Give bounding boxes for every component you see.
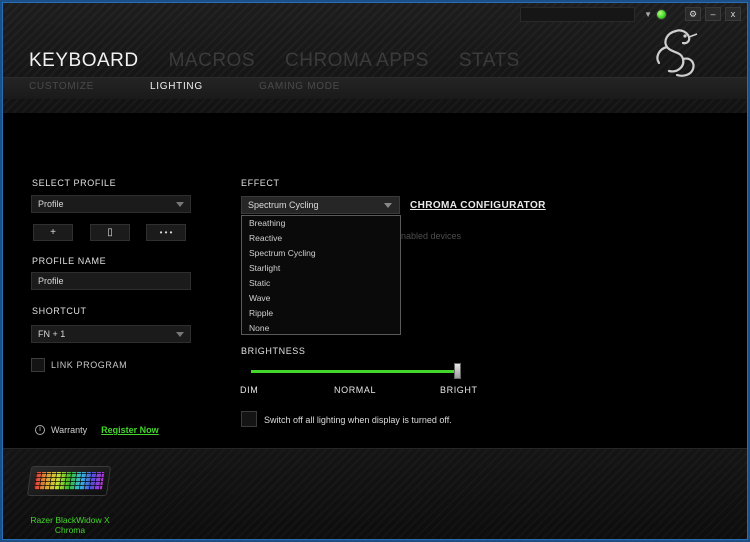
dropdown-arrow-icon[interactable]: ▼ bbox=[644, 10, 652, 19]
effect-select-value: Spectrum Cycling bbox=[248, 200, 319, 210]
effect-option-breathing[interactable]: Breathing bbox=[242, 216, 400, 231]
profile-name-input[interactable]: Profile bbox=[31, 272, 191, 290]
tab-stats[interactable]: STATS bbox=[459, 50, 520, 72]
effect-option-none[interactable]: None bbox=[242, 321, 400, 336]
info-icon: i bbox=[35, 425, 45, 435]
effect-option-starlight[interactable]: Starlight bbox=[242, 261, 400, 276]
brightness-dim-label: DIM bbox=[240, 385, 259, 395]
close-button[interactable]: x bbox=[725, 7, 741, 21]
effect-select[interactable]: Spectrum Cycling bbox=[241, 196, 400, 214]
switch-off-lighting-label: Switch off all lighting when display is … bbox=[264, 415, 452, 425]
effect-label: EFFECT bbox=[241, 178, 280, 188]
effect-dropdown-list: Breathing Reactive Spectrum Cycling Star… bbox=[241, 215, 401, 335]
link-program-checkbox[interactable] bbox=[31, 358, 45, 372]
chroma-configurator-link[interactable]: CHROMA CONFIGURATOR bbox=[410, 200, 546, 211]
chevron-down-icon bbox=[176, 332, 184, 337]
brightness-normal-label: NORMAL bbox=[334, 385, 377, 395]
device-name[interactable]: Razer BlackWidow X Chroma bbox=[25, 515, 115, 535]
brightness-slider-track[interactable] bbox=[251, 370, 457, 373]
profile-name-label: PROFILE NAME bbox=[32, 256, 107, 266]
profile-more-button[interactable]: • • • bbox=[146, 224, 186, 241]
link-program-label: LINK PROGRAM bbox=[51, 360, 128, 370]
profile-select-value: Profile bbox=[38, 199, 64, 209]
subtab-gaming-mode[interactable]: GAMING MODE bbox=[259, 81, 340, 92]
status-indicator-icon[interactable] bbox=[656, 8, 667, 20]
effect-option-static[interactable]: Static bbox=[242, 276, 400, 291]
razer-logo-icon bbox=[656, 29, 698, 77]
minimize-button[interactable]: – bbox=[705, 7, 721, 21]
effect-option-spectrum-cycling[interactable]: Spectrum Cycling bbox=[242, 246, 400, 261]
brightness-bright-label: BRIGHT bbox=[440, 385, 478, 395]
chevron-down-icon bbox=[384, 203, 392, 208]
subtab-lighting[interactable]: LIGHTING bbox=[150, 81, 259, 92]
chevron-down-icon bbox=[176, 202, 184, 207]
shortcut-value: FN + 1 bbox=[38, 329, 66, 339]
effect-option-reactive[interactable]: Reactive bbox=[242, 231, 400, 246]
warranty-label: Warranty bbox=[51, 425, 88, 435]
effect-option-wave[interactable]: Wave bbox=[242, 291, 400, 306]
warranty-row: i Warranty Register Now bbox=[35, 425, 159, 435]
tab-chroma-apps[interactable]: CHROMA APPS bbox=[285, 50, 429, 72]
synapse-window: ▼ ⚙ – x KEYBOARD MACROS CHROMA APPS STAT… bbox=[2, 2, 748, 540]
delete-profile-button[interactable]: ▯ bbox=[90, 224, 130, 241]
profile-name-value: Profile bbox=[38, 276, 64, 286]
sub-tabs: CUSTOMIZE LIGHTING GAMING MODE bbox=[29, 81, 340, 92]
settings-button[interactable]: ⚙ bbox=[685, 7, 701, 21]
shortcut-label: SHORTCUT bbox=[32, 306, 87, 316]
window-controls: ▼ ⚙ – x bbox=[644, 7, 741, 21]
add-profile-button[interactable]: + bbox=[33, 224, 73, 241]
tab-keyboard[interactable]: KEYBOARD bbox=[29, 50, 139, 72]
main-tabs: KEYBOARD MACROS CHROMA APPS STATS bbox=[29, 50, 520, 72]
switch-off-lighting-checkbox[interactable] bbox=[241, 411, 257, 427]
effect-option-ripple[interactable]: Ripple bbox=[242, 306, 400, 321]
brightness-slider-handle[interactable] bbox=[454, 363, 461, 379]
select-profile-label: SELECT PROFILE bbox=[32, 178, 117, 188]
register-now-link[interactable]: Register Now bbox=[101, 425, 159, 435]
tab-macros[interactable]: MACROS bbox=[169, 50, 255, 72]
profile-select[interactable]: Profile bbox=[31, 195, 191, 213]
enabled-devices-text: nabled devices bbox=[401, 231, 462, 241]
brightness-label: BRIGHTNESS bbox=[241, 346, 306, 356]
subtab-customize[interactable]: CUSTOMIZE bbox=[29, 81, 150, 92]
keyboard-device-image[interactable] bbox=[26, 466, 112, 496]
title-search-field[interactable] bbox=[520, 7, 635, 22]
keyboard-keys-icon bbox=[33, 472, 105, 490]
shortcut-select[interactable]: FN + 1 bbox=[31, 325, 191, 343]
